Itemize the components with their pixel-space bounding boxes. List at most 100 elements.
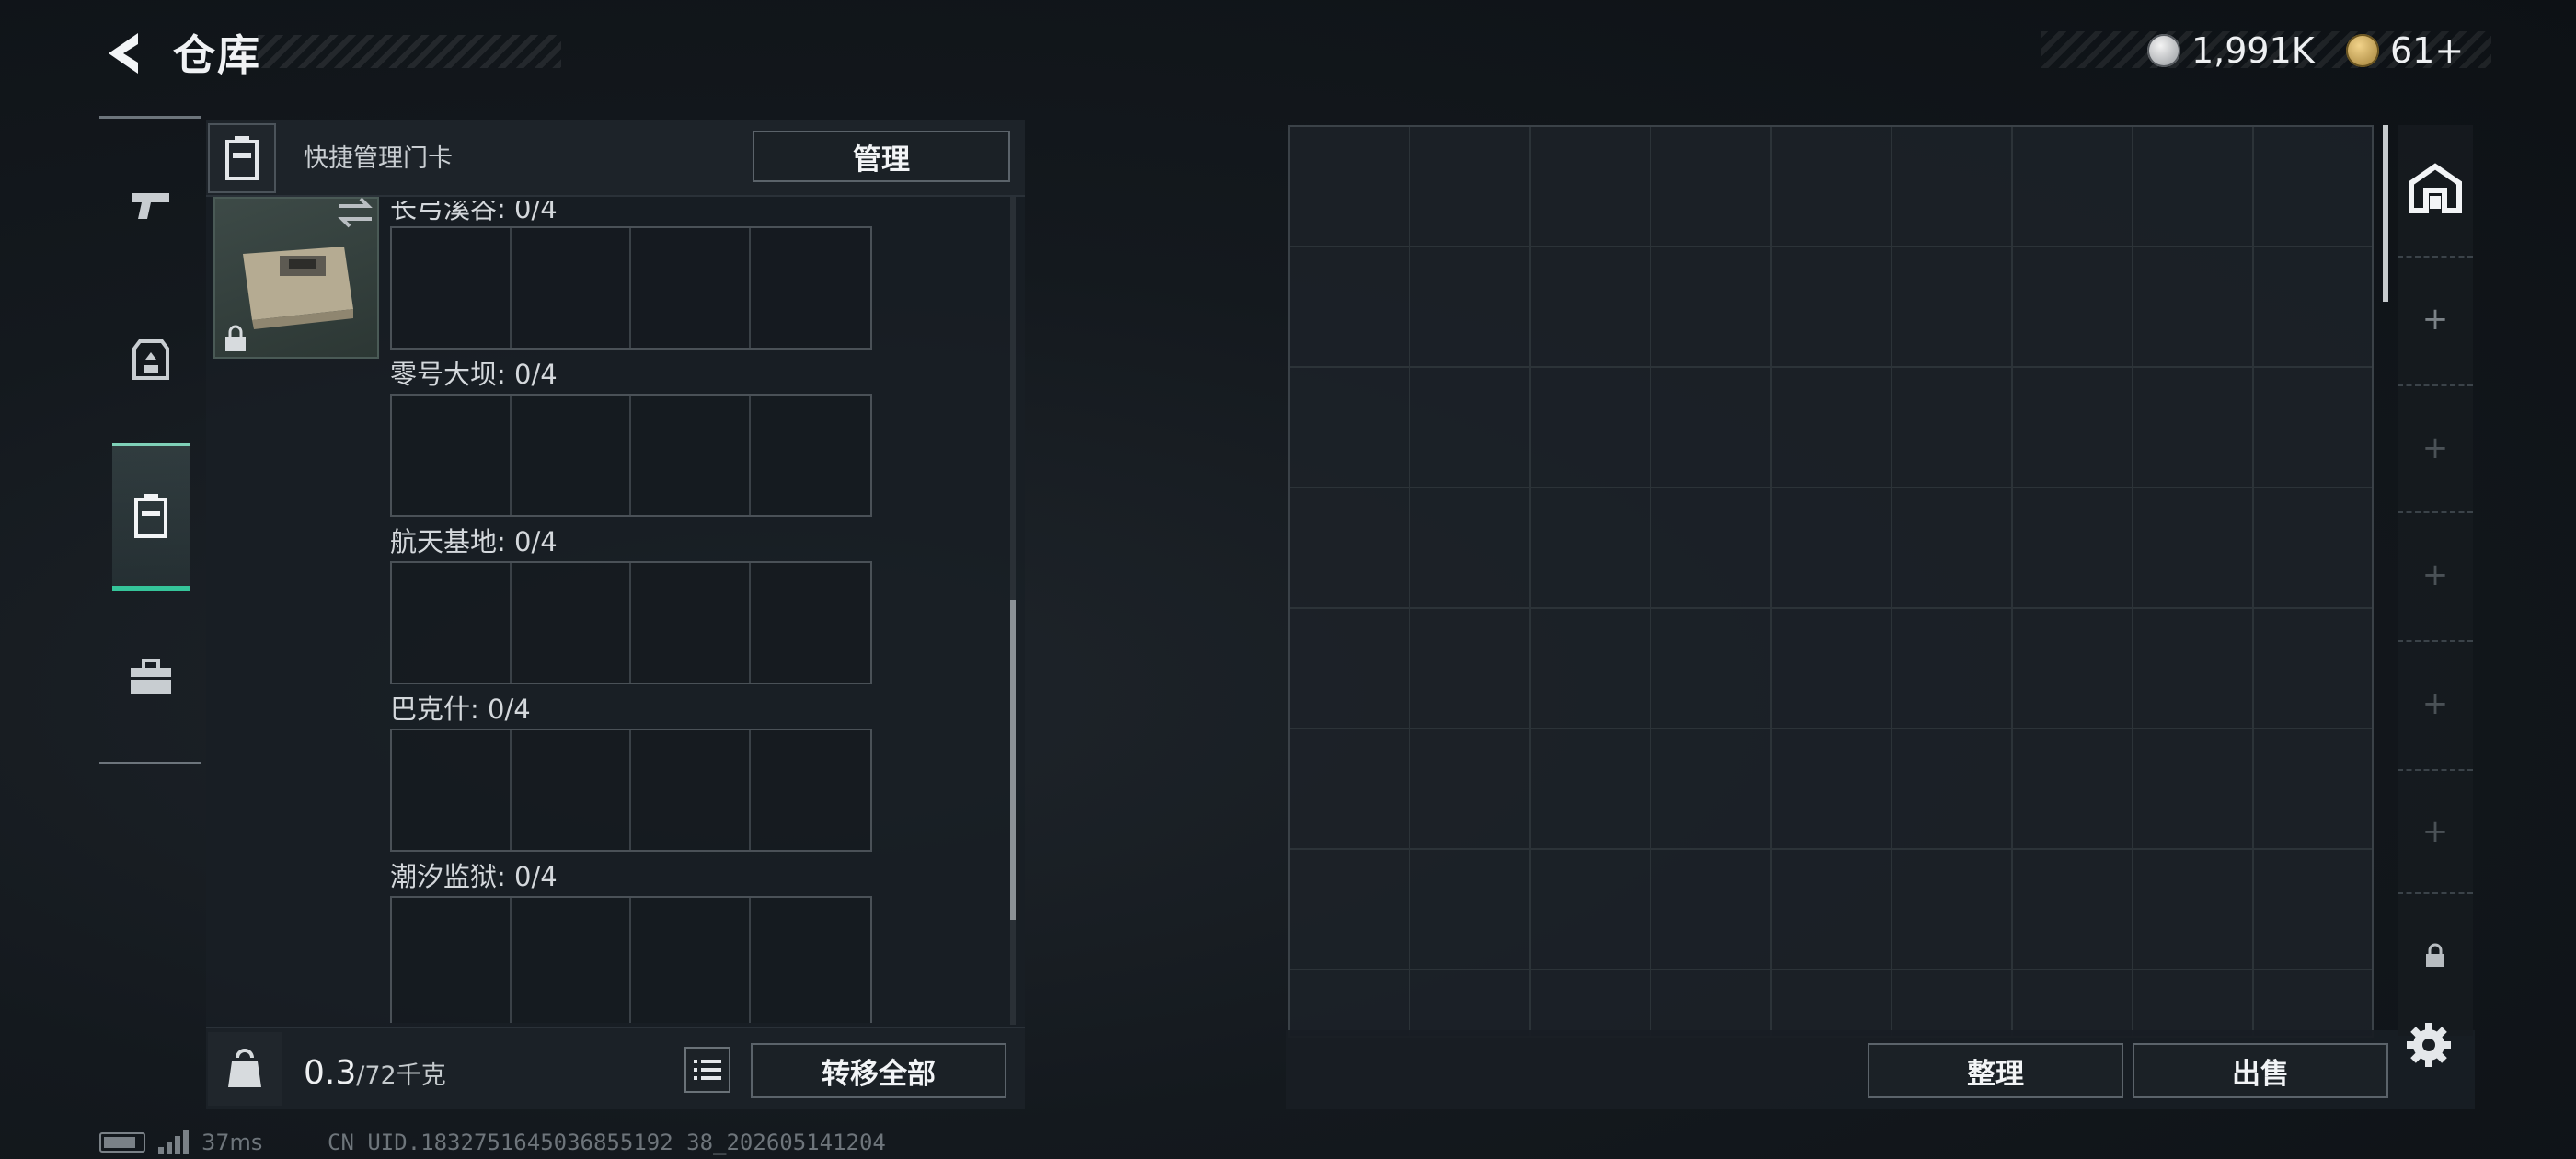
storage-cell[interactable] (1892, 850, 2013, 970)
storage-cell[interactable] (2254, 127, 2372, 247)
keycard-slot[interactable] (631, 396, 751, 515)
storage-cell[interactable] (1290, 729, 1410, 850)
storage-cell[interactable] (1772, 368, 1892, 488)
storage-cell[interactable] (1651, 850, 1772, 970)
storage-cell[interactable] (2133, 368, 2254, 488)
storage-cell[interactable] (2254, 247, 2372, 368)
keycard-slot[interactable] (751, 228, 870, 348)
storage-grid-panel[interactable] (1288, 125, 2374, 1038)
keycard-slot[interactable] (751, 563, 870, 683)
storage-cell[interactable] (2133, 970, 2254, 1036)
storage-cell[interactable] (2013, 970, 2133, 1036)
storage-cell[interactable] (1651, 970, 1772, 1036)
keycard-slots-space-base[interactable] (390, 561, 872, 684)
keycard-slot[interactable] (631, 730, 751, 850)
storage-cell[interactable] (1290, 127, 1410, 247)
sell-button[interactable]: 出售 (2133, 1043, 2388, 1098)
storage-grid[interactable] (1290, 127, 2372, 1036)
storage-cell[interactable] (1772, 488, 1892, 609)
storage-cell[interactable] (2013, 850, 2133, 970)
storage-cell[interactable] (1290, 970, 1410, 1036)
storage-cell[interactable] (1410, 368, 1531, 488)
storage-cell[interactable] (1772, 127, 1892, 247)
back-button[interactable] (99, 28, 155, 79)
storage-cell[interactable] (2133, 850, 2254, 970)
storage-cell[interactable] (1892, 247, 2013, 368)
keycard-slot[interactable] (631, 898, 751, 1023)
manage-button[interactable]: 管理 (753, 131, 1010, 182)
storage-cell[interactable] (1892, 368, 2013, 488)
storage-cell[interactable] (1410, 609, 1531, 729)
keycard-slot[interactable] (631, 563, 751, 683)
keycard-slot[interactable] (631, 228, 751, 348)
keycard-slots-dam[interactable] (390, 394, 872, 517)
storage-cell[interactable] (1772, 729, 1892, 850)
storage-cell[interactable] (1892, 609, 2013, 729)
storage-cell[interactable] (1651, 729, 1772, 850)
storage-cell[interactable] (2254, 609, 2372, 729)
keycard-slot[interactable] (512, 898, 631, 1023)
keycard-slot[interactable] (392, 898, 512, 1023)
storage-cell[interactable] (1410, 247, 1531, 368)
storage-cell[interactable] (2133, 247, 2254, 368)
storage-cell[interactable] (1531, 488, 1651, 609)
storage-cell[interactable] (1290, 609, 1410, 729)
keycard-slot[interactable] (392, 730, 512, 850)
keycard-slot[interactable] (512, 730, 631, 850)
list-view-button[interactable] (684, 1047, 730, 1093)
storage-cell[interactable] (1651, 488, 1772, 609)
tab-tools[interactable] (112, 629, 190, 725)
settings-gear-icon[interactable] (2405, 1021, 2460, 1076)
storage-cell[interactable] (2013, 729, 2133, 850)
warehouse-tab[interactable] (2399, 153, 2471, 224)
storage-cell[interactable] (2013, 488, 2133, 609)
add-storage-tab-button[interactable]: + (2398, 256, 2473, 381)
storage-cell[interactable] (1892, 127, 2013, 247)
storage-cell[interactable] (1892, 729, 2013, 850)
storage-cell[interactable] (1290, 488, 1410, 609)
storage-cell[interactable] (2013, 609, 2133, 729)
keycard-slot[interactable] (512, 563, 631, 683)
add-storage-tab-button[interactable]: + (2398, 769, 2473, 892)
currency-gold[interactable]: 61+ (2346, 26, 2464, 75)
add-storage-tab-button[interactable]: + (2398, 511, 2473, 637)
add-storage-tab-button[interactable]: + (2398, 640, 2473, 765)
storage-cell[interactable] (2254, 368, 2372, 488)
storage-cell[interactable] (1410, 729, 1531, 850)
storage-cell[interactable] (1892, 970, 2013, 1036)
storage-cell[interactable] (1892, 488, 2013, 609)
storage-cell[interactable] (2013, 247, 2133, 368)
storage-cell[interactable] (1290, 368, 1410, 488)
panel-scrollbar-thumb[interactable] (1010, 600, 1016, 920)
keycard-slot[interactable] (392, 228, 512, 348)
storage-cell[interactable] (2013, 127, 2133, 247)
tab-keycards[interactable] (112, 443, 190, 591)
storage-cell[interactable] (1531, 368, 1651, 488)
storage-cell[interactable] (2133, 609, 2254, 729)
storage-cell[interactable] (1410, 850, 1531, 970)
keycard-slot[interactable] (392, 563, 512, 683)
keycard-slot[interactable] (392, 396, 512, 515)
keycard-slots-tidal-prison[interactable] (390, 896, 872, 1023)
storage-cell[interactable] (1651, 368, 1772, 488)
storage-cell[interactable] (1531, 970, 1651, 1036)
storage-cell[interactable] (2133, 488, 2254, 609)
storage-cell[interactable] (1651, 609, 1772, 729)
sort-button[interactable]: 整理 (1868, 1043, 2123, 1098)
keycard-slots-changgong[interactable] (390, 226, 872, 350)
storage-cell[interactable] (1651, 247, 1772, 368)
storage-cell[interactable] (1410, 970, 1531, 1036)
storage-cell[interactable] (1531, 850, 1651, 970)
keycard-slot[interactable] (751, 396, 870, 515)
currency-silver[interactable]: 1,991K (2147, 26, 2315, 75)
storage-cell[interactable] (1531, 247, 1651, 368)
storage-cell[interactable] (1772, 609, 1892, 729)
keycard-slot[interactable] (512, 396, 631, 515)
storage-cell[interactable] (1290, 247, 1410, 368)
storage-cell[interactable] (2133, 127, 2254, 247)
storage-cell[interactable] (1531, 609, 1651, 729)
storage-cell[interactable] (1531, 127, 1651, 247)
add-storage-tab-button[interactable]: + (2398, 384, 2473, 510)
keycard-slot[interactable] (751, 898, 870, 1023)
swap-icon[interactable] (335, 195, 375, 230)
